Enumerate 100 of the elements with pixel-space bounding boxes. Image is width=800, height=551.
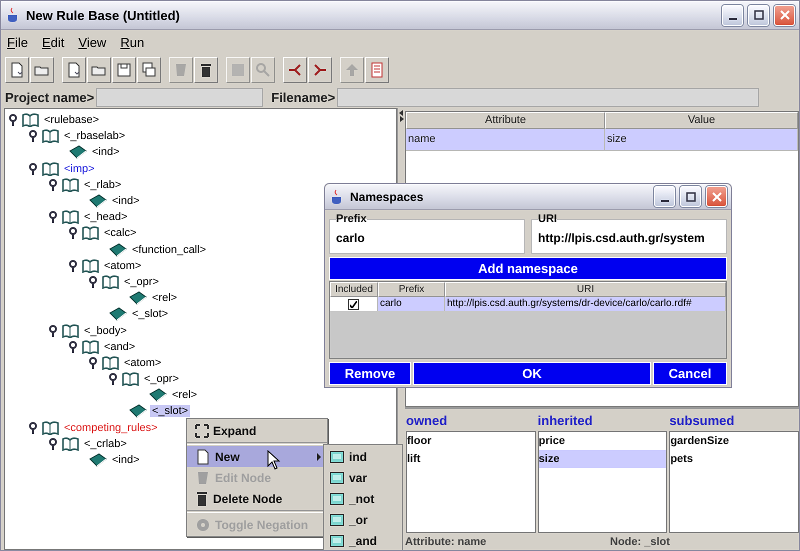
tree-node[interactable]: <calc> [102, 227, 138, 240]
close-icon [712, 192, 722, 202]
menu-item[interactable]: ind [324, 446, 402, 467]
open-book-icon [102, 356, 119, 370]
list-heading: owned [406, 413, 448, 430]
new-file-icon [9, 62, 25, 78]
tree-node[interactable]: <and> [102, 340, 138, 353]
arrow-right-icon[interactable] [399, 116, 404, 122]
table-cell[interactable]: http://lpis.csd.auth.gr/systems/dr-device/carlo/carlo.rdf# [445, 297, 726, 311]
tree-node[interactable]: <atom> [102, 260, 144, 272]
table-cell[interactable]: name [406, 129, 605, 151]
arrow-left-icon[interactable] [399, 110, 404, 116]
menu-item[interactable]: _or [324, 509, 402, 530]
column-header[interactable]: Included [330, 282, 378, 297]
minimize-button[interactable] [654, 186, 675, 207]
tree-node[interactable]: <_rlab> [82, 178, 124, 191]
toolbar-button[interactable] [5, 57, 29, 83]
column-header[interactable]: Prefix [378, 282, 445, 297]
menu-item[interactable]: View [78, 34, 106, 50]
tree-node[interactable]: <ind> [110, 195, 142, 208]
tree-node[interactable]: <imp> [62, 162, 97, 175]
toolbar-button[interactable] [308, 57, 332, 83]
close-button[interactable] [706, 186, 727, 207]
tree-node[interactable]: <rulebase> [42, 114, 102, 126]
list-item[interactable]: floor [407, 432, 535, 450]
minimize-icon [660, 200, 668, 202]
tree-node[interactable]: <rel> [170, 389, 200, 402]
dialog-title: Namespaces [350, 190, 424, 204]
tree-node[interactable]: <atom> [122, 356, 164, 369]
checkbox[interactable] [348, 298, 359, 310]
list-item[interactable]: lift [407, 450, 535, 468]
table-cell[interactable]: size [605, 129, 798, 151]
list-heading: subsumed [669, 413, 736, 430]
tree-node[interactable]: <_head> [82, 211, 130, 224]
filename-field[interactable] [337, 88, 760, 106]
tree-node[interactable]: <_rbaselab> [62, 130, 128, 142]
close-button[interactable] [774, 4, 795, 26]
maximize-button[interactable] [680, 186, 701, 207]
book-icon [69, 145, 87, 160]
toolbar-button[interactable] [87, 57, 111, 83]
prefix-field-box[interactable]: Prefix carlo [329, 213, 525, 254]
toolbar-button[interactable] [283, 57, 307, 83]
list-item[interactable]: size [538, 450, 666, 468]
expanded-handle-icon [9, 114, 17, 126]
dialog-button[interactable]: Cancel [653, 362, 727, 385]
book-icon [129, 404, 147, 418]
tree-node[interactable]: <_opr> [142, 373, 181, 386]
menu-item[interactable]: var [324, 467, 402, 488]
uri-field-box[interactable]: URI http://lpis.csd.auth.gr/system [531, 213, 727, 254]
open-book-icon [42, 162, 59, 176]
list-heading: inherited [538, 413, 594, 430]
menu-item[interactable]: _and [324, 530, 402, 550]
dialog-button[interactable]: OK [413, 362, 651, 385]
add-namespace-button[interactable]: Add namespace [329, 257, 727, 280]
column-header[interactable]: URI [445, 282, 726, 297]
tree-node[interactable]: <ind> [110, 454, 142, 466]
menu-item[interactable]: Expand [187, 420, 327, 441]
tree-node[interactable]: <_slot> [150, 405, 190, 418]
list-item[interactable]: price [538, 432, 666, 450]
window-title: New Rule Base (Untitled) [26, 8, 181, 22]
expanded-handle-icon [49, 211, 57, 224]
menu-item[interactable]: File [7, 34, 28, 50]
list-item[interactable]: pets [670, 450, 798, 468]
toolbar-button[interactable] [30, 57, 54, 83]
project-name-label: Project name> [5, 90, 94, 104]
tree-node[interactable]: <ind> [90, 146, 122, 158]
open-book-icon [82, 340, 99, 354]
book-icon [109, 307, 127, 322]
tree-node[interactable]: <function_call> [130, 244, 208, 256]
list-item[interactable]: gardenSize [670, 432, 798, 450]
toolbar-button[interactable] [365, 57, 389, 83]
menu-item[interactable]: Delete Node [187, 488, 327, 509]
merge-icon [312, 62, 328, 78]
column-header[interactable]: Value [605, 112, 798, 129]
maximize-button[interactable] [748, 4, 769, 26]
minimize-button[interactable] [722, 4, 743, 26]
toolbar-button[interactable] [194, 57, 218, 83]
project-name-field[interactable] [96, 88, 264, 106]
column-header[interactable]: Attribute [406, 112, 605, 129]
maximize-icon [686, 192, 696, 202]
tree-node[interactable]: <_slot> [130, 308, 170, 320]
dialog-button[interactable]: Remove [329, 362, 411, 385]
node-icon [330, 492, 344, 504]
menu-item[interactable]: Run [120, 34, 144, 50]
tree-node[interactable]: <rel> [150, 292, 180, 304]
maximize-icon [754, 10, 764, 20]
table-cell[interactable]: carlo [378, 297, 445, 311]
menu-item[interactable]: _not [324, 488, 402, 509]
tree-node[interactable]: <_body> [82, 324, 129, 337]
field-label: Prefix [336, 213, 367, 225]
toolbar-button[interactable] [62, 57, 86, 83]
node-icon [330, 472, 344, 484]
tree-node[interactable]: <_crlab> [82, 438, 129, 450]
book-icon [129, 291, 147, 306]
tree-node[interactable]: <competing_rules> [62, 422, 160, 434]
tree-node[interactable]: <_opr> [122, 276, 161, 288]
status-text: Attribute: name [405, 536, 488, 548]
toolbar-button[interactable] [137, 57, 161, 83]
toolbar-button[interactable] [112, 57, 136, 83]
menu-item[interactable]: Edit [42, 34, 64, 50]
